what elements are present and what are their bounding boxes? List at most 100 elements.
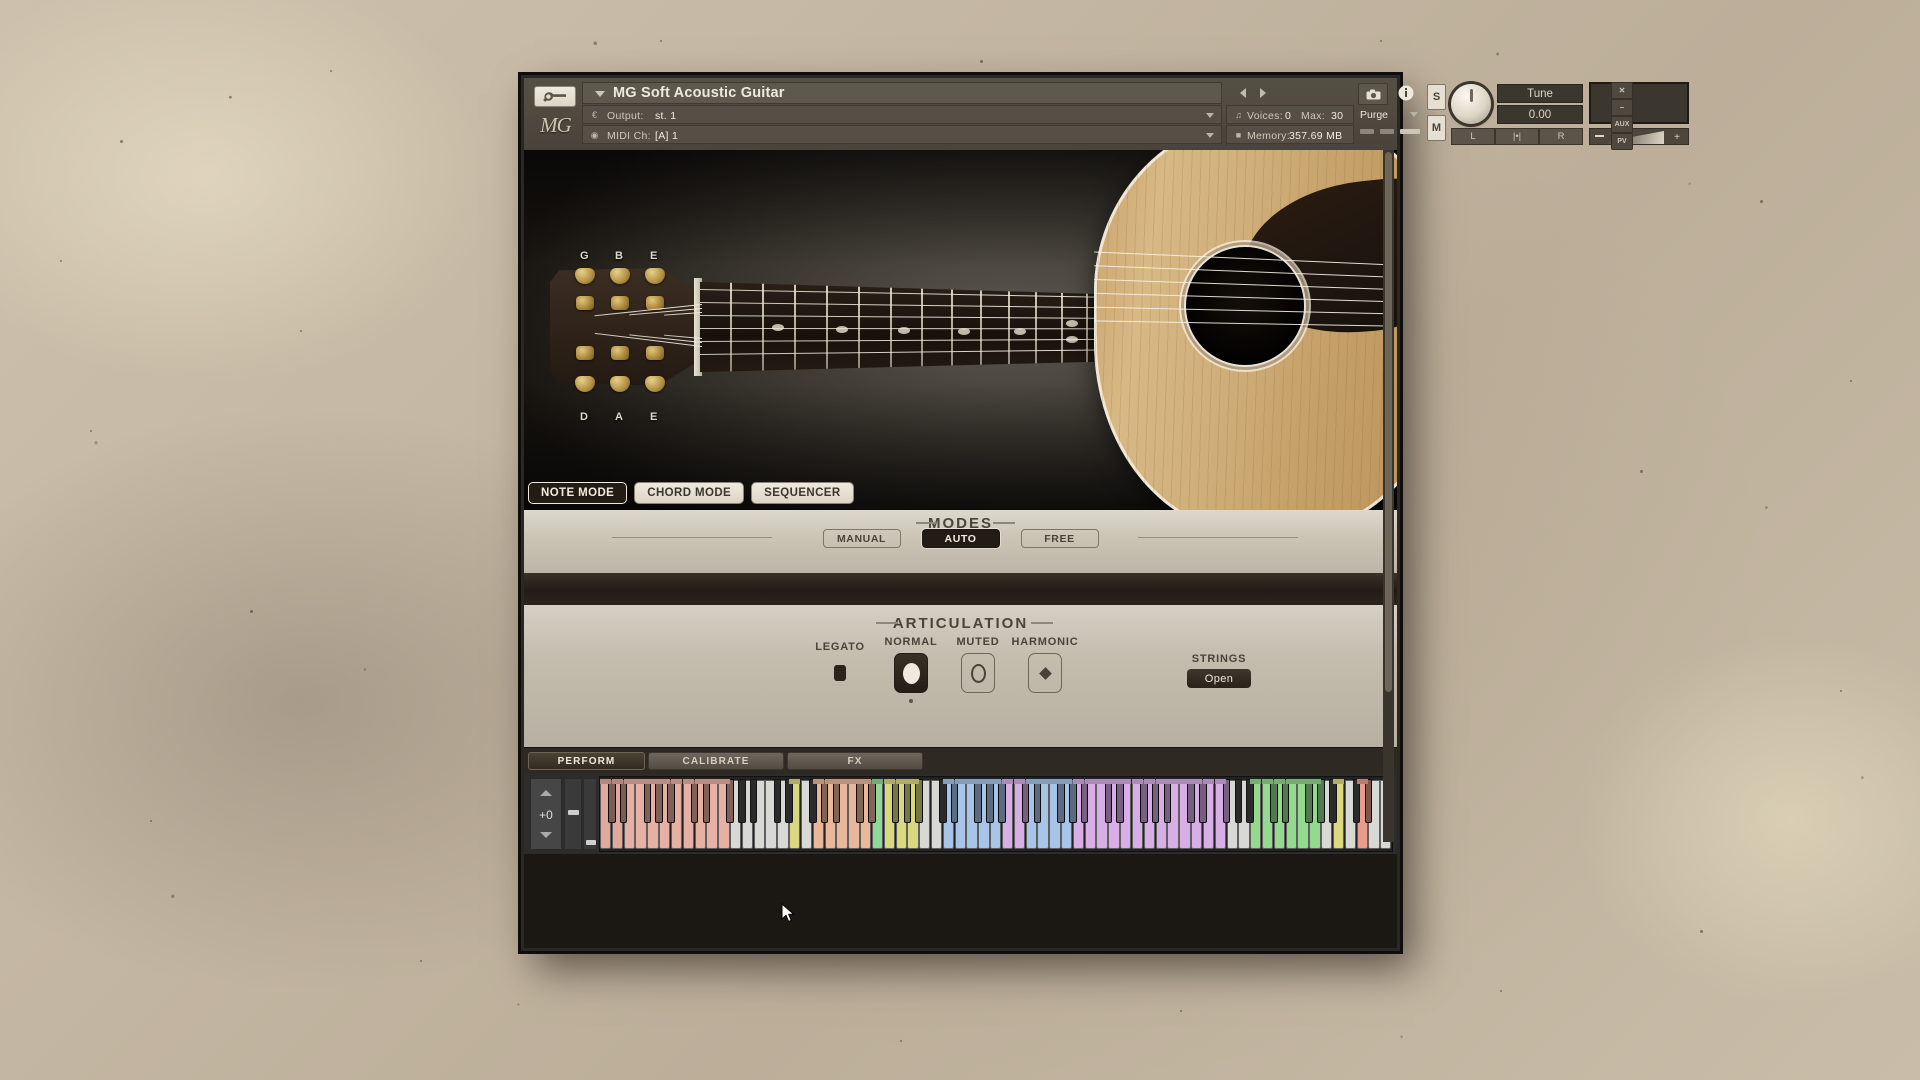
piano-black-key[interactable]: [1069, 779, 1077, 823]
pan-left[interactable]: L: [1451, 128, 1495, 145]
key-zone-tag: [942, 779, 955, 784]
piano-black-key[interactable]: [643, 779, 652, 823]
output-row[interactable]: € Output: st. 1: [582, 105, 1222, 124]
piano-black-key[interactable]: [738, 779, 746, 823]
piano-black-key[interactable]: [856, 779, 864, 823]
piano-black-key[interactable]: [655, 779, 663, 823]
piano-black-key[interactable]: [1057, 779, 1065, 823]
piano-black-key[interactable]: [1329, 779, 1337, 823]
legato-toggle[interactable]: [834, 665, 846, 681]
piano-black-key[interactable]: [986, 779, 994, 823]
piano-black-key[interactable]: [1270, 779, 1278, 823]
mute-button[interactable]: M: [1427, 115, 1446, 141]
piano-black-key[interactable]: [1187, 779, 1195, 823]
strings-open-button[interactable]: Open: [1187, 669, 1251, 688]
tab-note-mode[interactable]: NOTE MODE: [528, 482, 628, 504]
chevron-down-icon[interactable]: [1206, 133, 1214, 138]
tune-value[interactable]: 0.00: [1497, 105, 1583, 124]
piano-black-key[interactable]: [998, 779, 1006, 823]
pan-right[interactable]: R: [1539, 128, 1583, 145]
articulation-muted-button[interactable]: [961, 653, 995, 693]
pan-center[interactable]: |•|: [1495, 128, 1539, 145]
piano-black-key[interactable]: [950, 779, 959, 823]
close-icon[interactable]: ✕: [1611, 82, 1633, 99]
articulation-normal-button[interactable]: [894, 653, 928, 693]
piano-black-key[interactable]: [773, 779, 782, 823]
mode-manual-button[interactable]: MANUAL: [822, 529, 901, 548]
mode-auto-button[interactable]: AUTO: [921, 529, 1000, 548]
piano-black-key[interactable]: [939, 779, 947, 823]
tab-perform[interactable]: PERFORM: [528, 752, 645, 770]
arrow-right-icon[interactable]: [1260, 88, 1266, 98]
piano-black-key[interactable]: [690, 779, 699, 823]
piano-black-key[interactable]: [726, 779, 734, 823]
piano-black-key[interactable]: [1116, 779, 1124, 823]
piano-black-key[interactable]: [1281, 779, 1290, 823]
keyboard-range-handle-lower[interactable]: [583, 778, 597, 850]
purge-dropdown[interactable]: Purge: [1358, 106, 1420, 124]
piano-black-key[interactable]: [974, 779, 983, 823]
triangle-down-icon[interactable]: [540, 832, 552, 838]
arrow-left-icon[interactable]: [1240, 88, 1246, 98]
tab-fx[interactable]: FX: [787, 752, 923, 770]
triangle-up-icon[interactable]: [540, 790, 552, 796]
midi-keyboard[interactable]: [599, 776, 1393, 852]
volume-slider[interactable]: +: [1589, 128, 1689, 145]
piano-black-key[interactable]: [915, 779, 923, 823]
piano-black-key[interactable]: [1033, 779, 1042, 823]
instrument-name-row[interactable]: MG Soft Acoustic Guitar: [582, 82, 1222, 104]
aux-button[interactable]: AUX: [1611, 116, 1633, 133]
piano-black-key[interactable]: [891, 779, 900, 823]
piano-black-key[interactable]: [749, 779, 758, 823]
chevron-down-icon[interactable]: [1206, 113, 1214, 118]
piano-black-key[interactable]: [1305, 779, 1314, 823]
piano-black-key[interactable]: [619, 779, 628, 823]
piano-black-key[interactable]: [868, 779, 876, 823]
piano-black-key[interactable]: [1364, 779, 1373, 823]
drag-handle[interactable]: [568, 810, 579, 815]
piano-black-key[interactable]: [608, 779, 616, 823]
volume-plus[interactable]: +: [1674, 132, 1680, 143]
octave-shift-control[interactable]: +0: [530, 778, 562, 850]
chevron-down-icon[interactable]: [1410, 112, 1418, 117]
tab-calibrate[interactable]: CALIBRATE: [648, 752, 784, 770]
piano-black-key[interactable]: [1317, 779, 1325, 823]
scrollbar-thumb[interactable]: [1385, 152, 1392, 692]
piano-black-key[interactable]: [808, 779, 817, 823]
tune-knob[interactable]: [1451, 84, 1491, 124]
pv-button[interactable]: PV: [1611, 133, 1633, 150]
piano-black-key[interactable]: [667, 779, 675, 823]
piano-black-key[interactable]: [903, 779, 912, 823]
piano-black-key[interactable]: [1139, 779, 1148, 823]
camera-icon[interactable]: [1358, 83, 1388, 105]
piano-black-key[interactable]: [702, 779, 711, 823]
piano-black-key[interactable]: [1246, 779, 1254, 823]
tab-chord-mode[interactable]: CHORD MODE: [634, 482, 745, 504]
piano-black-key[interactable]: [820, 779, 829, 823]
piano-black-key[interactable]: [1104, 779, 1113, 823]
piano-black-key[interactable]: [1021, 779, 1030, 823]
piano-black-key[interactable]: [1199, 779, 1207, 823]
piano-black-key[interactable]: [1234, 779, 1243, 823]
piano-black-key[interactable]: [1352, 779, 1361, 823]
minimize-icon[interactable]: –: [1611, 99, 1633, 116]
articulation-harmonic-button[interactable]: [1028, 653, 1062, 693]
piano-black-key[interactable]: [785, 779, 793, 823]
piano-black-key[interactable]: [1151, 779, 1160, 823]
wrench-icon[interactable]: [534, 86, 576, 107]
wall-speck: [300, 330, 302, 332]
piano-black-key[interactable]: [832, 779, 841, 823]
mode-free-button[interactable]: FREE: [1020, 529, 1099, 548]
info-icon[interactable]: [1392, 83, 1420, 103]
midi-row[interactable]: ◉ MIDI Ch: [A] 1: [582, 125, 1222, 144]
tab-sequencer[interactable]: SEQUENCER: [751, 482, 854, 504]
solo-button[interactable]: S: [1427, 84, 1446, 110]
chevron-down-icon[interactable]: [595, 91, 605, 97]
piano-black-key[interactable]: [1080, 779, 1089, 823]
pan-control[interactable]: L |•| R: [1451, 128, 1583, 145]
piano-black-key[interactable]: [1222, 779, 1231, 823]
drag-handle[interactable]: [586, 840, 596, 845]
keyboard-range-handle-upper[interactable]: [564, 778, 582, 850]
vertical-scrollbar[interactable]: [1383, 150, 1394, 842]
piano-black-key[interactable]: [1163, 779, 1172, 823]
